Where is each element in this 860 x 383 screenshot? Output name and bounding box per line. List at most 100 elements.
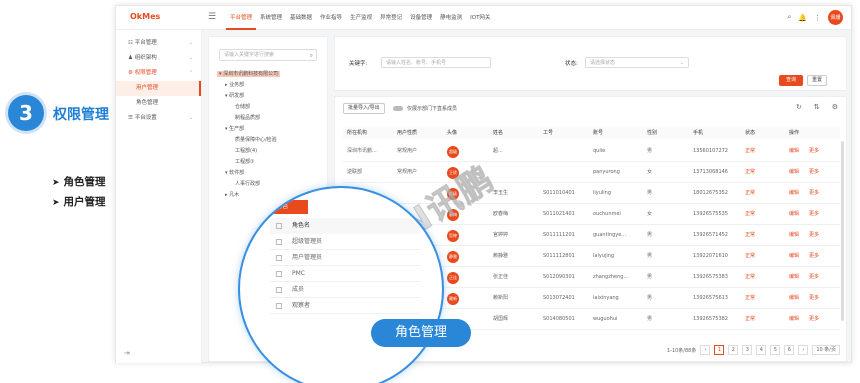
role-row[interactable]: 超级管理员 xyxy=(270,234,420,250)
tree-node[interactable]: ▸ 业务部 xyxy=(217,80,327,91)
more-link[interactable]: 更多 xyxy=(809,162,819,183)
query-button[interactable]: 查询 xyxy=(779,75,803,86)
sidebar-item-roles[interactable]: 角色管理 xyxy=(116,96,201,111)
checkbox[interactable] xyxy=(276,223,282,229)
sidebar-item-permission[interactable]: ⚙ 权限管理 ⌃ xyxy=(116,66,201,81)
checkbox[interactable] xyxy=(276,271,282,277)
import-export-button[interactable]: 批量导入/导出 xyxy=(343,103,385,114)
status-select[interactable]: 请选择状态 ⌄ xyxy=(585,57,689,68)
more-link[interactable]: 更多 xyxy=(809,309,819,330)
tree-node[interactable]: ▾ 研发部 xyxy=(217,91,327,102)
top-nav-item[interactable]: 设备管理 xyxy=(406,6,436,30)
table-cell: S013072401 xyxy=(543,295,575,301)
tree-node-label: ▾ 深圳市讯鹏科技有限公司 xyxy=(217,71,281,77)
tree-node[interactable]: 工程部① xyxy=(217,157,327,168)
arrow-right-icon: ➤ xyxy=(52,198,60,208)
tree-node[interactable]: 制程品质部 xyxy=(217,113,327,124)
next-page-button[interactable]: › xyxy=(798,345,809,355)
search-icon[interactable]: ⌕ xyxy=(310,50,313,61)
table-cell: 男 xyxy=(647,190,653,196)
table-row[interactable]: 深圳市讯鹏... 常规用户 超级 超... quile 男 13560107272 正常 编辑更… xyxy=(343,141,840,162)
table-cell: laixinyang xyxy=(593,295,619,301)
more-vertical-icon[interactable]: ⋮ xyxy=(814,14,821,22)
edit-link[interactable]: 编辑 xyxy=(789,141,799,162)
more-link[interactable]: 更多 xyxy=(809,225,819,246)
avatar: 超级 xyxy=(447,146,459,158)
more-link[interactable]: 更多 xyxy=(809,204,819,225)
table-cell: panyurong xyxy=(593,169,620,175)
page-button[interactable]: 6 xyxy=(784,345,795,355)
tree-node[interactable]: ▾ 生产部 xyxy=(217,124,327,135)
edit-link[interactable]: 编辑 xyxy=(789,225,799,246)
page-button[interactable]: 1 xyxy=(714,345,725,355)
edit-link[interactable]: 编辑 xyxy=(789,204,799,225)
column-height-icon[interactable]: ⇅ xyxy=(814,103,820,111)
more-link[interactable]: 更多 xyxy=(809,141,819,162)
more-link[interactable]: 更多 xyxy=(809,288,819,309)
search-icon[interactable]: ⌕ xyxy=(787,13,791,22)
checkbox[interactable] xyxy=(276,255,282,261)
tree-node[interactable]: ▾ 深圳市讯鹏科技有限公司 xyxy=(217,69,327,80)
checkbox[interactable] xyxy=(276,303,282,309)
role-row[interactable]: 成员 xyxy=(270,282,420,298)
tree-node[interactable]: 人事行政部 xyxy=(217,179,327,190)
tree-search-input[interactable]: 请输入关键字进行搜索 ⌕ xyxy=(219,49,317,61)
tree-node[interactable]: 仓储部 xyxy=(217,102,327,113)
edit-link[interactable]: 编辑 xyxy=(789,246,799,267)
role-row[interactable]: PMC xyxy=(270,266,420,282)
more-link[interactable]: 更多 xyxy=(809,246,819,267)
add-role-button[interactable]: 新增角色 xyxy=(250,200,308,214)
tree-node[interactable]: 工程部(4) xyxy=(217,146,327,157)
top-nav-item[interactable]: 系统管理 xyxy=(256,6,286,30)
role-row[interactable]: 观察者 xyxy=(270,298,420,314)
vertical-scrollbar[interactable] xyxy=(841,141,844,321)
top-nav-item[interactable]: 作业指导 xyxy=(316,6,346,30)
table-cell: 13926575383 xyxy=(693,274,728,280)
collapse-sidebar-icon[interactable]: ⇥ xyxy=(124,349,130,357)
toggle-label: 仅展示部门下直系成员 xyxy=(407,106,458,112)
top-nav-item[interactable]: 异常登记 xyxy=(376,6,406,30)
top-nav-item[interactable]: 平台管理 xyxy=(226,6,257,30)
menu-icon[interactable]: ☰ xyxy=(208,12,216,22)
sidebar-item-users[interactable]: 用户管理 xyxy=(116,81,201,96)
edit-link[interactable]: 编辑 xyxy=(789,162,799,183)
page-button[interactable]: 2 xyxy=(728,345,739,355)
page-button[interactable]: 5 xyxy=(770,345,781,355)
table-cell: 逆联部 xyxy=(347,169,363,175)
top-nav-item[interactable]: IOT网关 xyxy=(466,6,494,30)
page-button[interactable]: 3 xyxy=(742,345,753,355)
more-link[interactable]: 更多 xyxy=(809,183,819,204)
edit-link[interactable]: 编辑 xyxy=(789,309,799,330)
magnifier-lens: 新增角色 角色名 超级管理员 用户管理员 PMC 成员 观察者 xyxy=(238,186,444,383)
reset-button[interactable]: 重置 xyxy=(807,75,827,86)
tree-node[interactable]: 质量保障中心/检验 xyxy=(217,135,327,146)
edit-link[interactable]: 编辑 xyxy=(789,267,799,288)
edit-link[interactable]: 编辑 xyxy=(789,288,799,309)
checkbox[interactable] xyxy=(276,287,282,293)
sidebar-item-platform[interactable]: ☷ 平台管理 ⌄ xyxy=(116,36,201,51)
direct-members-toggle[interactable] xyxy=(393,106,403,111)
top-nav-item[interactable]: 生产监视 xyxy=(346,6,376,30)
settings-icon[interactable]: ⚙ xyxy=(832,103,838,111)
user-avatar[interactable]: 佩珊 xyxy=(828,10,843,25)
keyword-input[interactable]: 请输入姓名、账号、手机号 xyxy=(381,57,491,68)
top-nav-item[interactable]: 静电监测 xyxy=(436,6,466,30)
table-cell: 13926575382 xyxy=(693,316,728,322)
table-cell: liyuling xyxy=(593,190,612,196)
top-nav-item[interactable]: 基础数据 xyxy=(286,6,316,30)
edit-link[interactable]: 编辑 xyxy=(789,183,799,204)
page-button[interactable]: 4 xyxy=(756,345,767,355)
checkbox[interactable] xyxy=(276,239,282,245)
sidebar-item-settings[interactable]: ☰ 平台设置 ⌄ xyxy=(116,111,201,126)
bell-icon[interactable]: 🔔 xyxy=(798,14,807,22)
sidebar-item-org[interactable]: ♟ 组织架构 ⌄ xyxy=(116,51,201,66)
tree-node[interactable]: ▾ 软件部 xyxy=(217,168,327,179)
prev-page-button[interactable]: ‹ xyxy=(700,345,711,355)
table-cell: 女 xyxy=(647,211,653,217)
table-row[interactable]: 逆联部 常规用户 王欣 panyurong 女 13713068146 正常 编辑 更多 xyxy=(343,162,840,183)
column-header: 手机 xyxy=(693,130,704,136)
page-size-select[interactable]: 10 条/页 xyxy=(812,345,840,355)
more-link[interactable]: 更多 xyxy=(809,267,819,288)
refresh-icon[interactable]: ↻ xyxy=(796,103,802,111)
role-row[interactable]: 用户管理员 xyxy=(270,250,420,266)
